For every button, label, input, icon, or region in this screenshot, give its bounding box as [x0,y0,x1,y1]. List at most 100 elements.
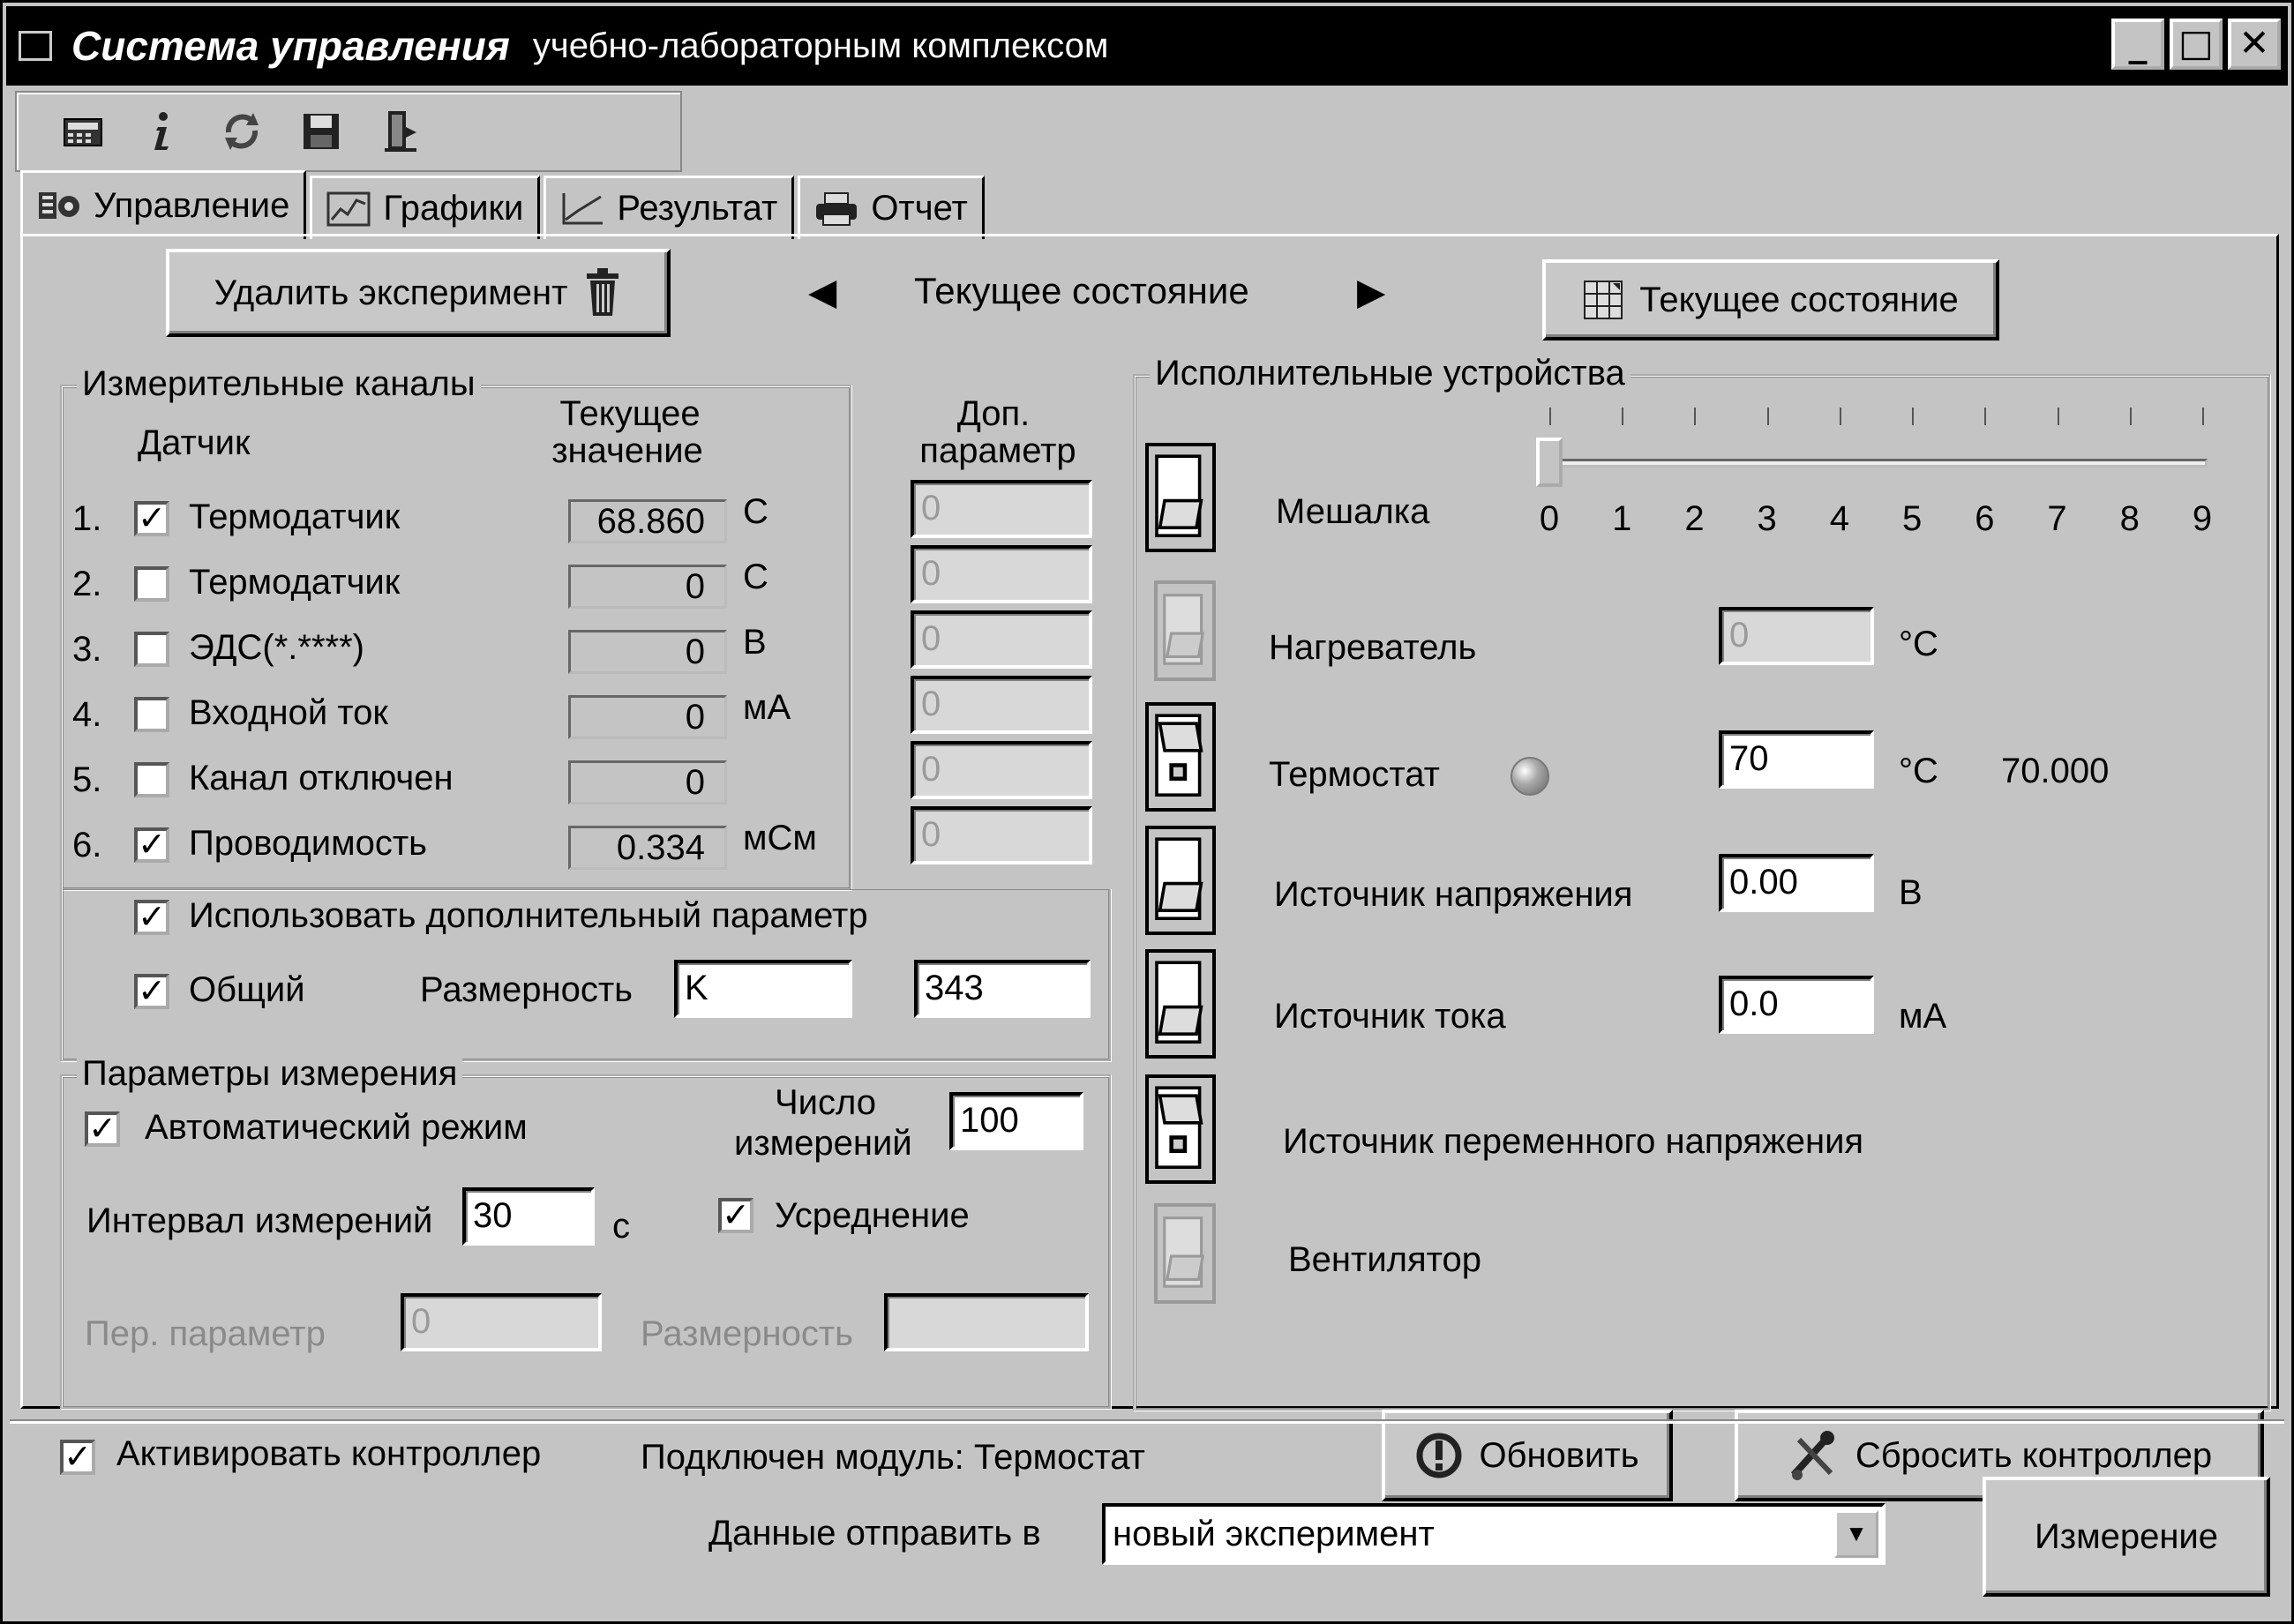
common-value-input[interactable]: 343 [914,960,1091,1018]
channel-extra-input[interactable]: 0 [911,610,1092,669]
count-label-1: Число [775,1083,877,1122]
calculator-icon[interactable] [61,109,105,153]
nav-prev-arrow[interactable]: ◀ [808,270,836,313]
tab-report[interactable]: Отчет [798,176,985,239]
control-panel: Удалить эксперимент ◀ Текущее состояние … [20,234,2279,1501]
channel-number: 5. [72,760,102,799]
nav-state-label: Текущее состояние [914,270,1249,311]
nav-next-arrow[interactable]: ▶ [1357,270,1385,313]
current-state-button[interactable]: Текущее состояние [1542,259,1999,341]
graphs-icon [326,191,371,226]
use-extra-param-label: Использовать дополнительный параметр [189,896,868,935]
thermostat-switch[interactable] [1145,702,1216,812]
channel-name: Термодатчик [189,498,401,536]
fan-label: Вентилятор [1288,1240,1482,1279]
ac-source-label: Источник переменного напряжения [1283,1122,1864,1161]
current-state-label: Текущее состояние [1639,280,1959,319]
slider-thumb[interactable] [1536,438,1563,487]
channel-checkbox[interactable]: ✓ [134,827,169,863]
channel-name: Термодатчик [189,563,401,602]
info-icon[interactable] [140,109,184,153]
channel-checkbox[interactable] [134,762,169,797]
thermostat-input[interactable]: 70 [1719,730,1874,789]
current-source-switch[interactable] [1145,949,1216,1059]
channel-checkbox[interactable] [134,632,169,667]
state-grid-icon [1584,281,1623,319]
title-bar: Система управления учебно-лабораторным к… [6,6,2288,86]
delete-experiment-button[interactable]: Удалить эксперимент [166,249,671,337]
ac-source-switch[interactable] [1145,1074,1216,1184]
channel-name: Канал отключен [189,759,454,797]
var-param-input[interactable]: 0 [401,1293,602,1351]
var-dimension-input[interactable] [884,1293,1089,1351]
slider-tick [1766,408,1769,425]
heater-input[interactable]: 0 [1719,607,1874,665]
heater-unit: °C [1899,625,1938,663]
count-input[interactable]: 100 [949,1092,1083,1150]
voltage-source-switch[interactable] [1145,826,1216,935]
tab-control-label: Управление [94,186,290,225]
heater-switch[interactable] [1154,580,1216,681]
measure-params-title: Параметры измерения [77,1054,463,1094]
tab-graphs[interactable]: Графики [310,176,541,239]
slider-tick [1912,408,1915,425]
current-source-input[interactable]: 0.0 [1719,976,1874,1034]
channel-number: 1. [72,499,102,538]
channel-unit: C [743,558,768,596]
extra-param-header-1: Доп. [956,394,1031,433]
interval-input[interactable]: 30 [462,1187,595,1246]
use-extra-param-checkbox[interactable]: ✓ [134,900,169,935]
channel-value: 68.860 [568,499,727,543]
auto-mode-checkbox[interactable]: ✓ [85,1111,120,1147]
control-icon [39,191,79,219]
send-to-value: новый эксперимент [1113,1515,1435,1553]
maximize-button[interactable]: □ [2170,19,2223,70]
count-label-2: измерений [734,1124,912,1163]
channel-value: 0 [568,760,727,805]
channel-value: 0 [568,695,727,739]
dimension-label: Размерность [420,970,633,1009]
app-system-icon[interactable] [19,31,52,61]
send-to-select[interactable]: новый эксперимент ▼ [1102,1503,1885,1565]
slider-tick-label: 1 [1612,499,1632,538]
channel-value: 0 [568,630,727,674]
stirrer-switch[interactable] [1145,443,1216,552]
channel-extra-input[interactable]: 0 [911,545,1092,603]
app-window: Система управления учебно-лабораторным к… [0,0,2294,1624]
channel-unit: В [743,623,767,662]
toolbar [15,91,682,172]
voltage-source-label: Источник напряжения [1274,875,1633,914]
send-to-label: Данные отправить в [708,1514,1041,1553]
minimize-button[interactable]: _ [2111,19,2164,70]
printer-icon [816,191,858,226]
fan-switch[interactable] [1154,1203,1216,1304]
tab-result[interactable]: Результат [544,176,795,239]
channel-extra-input[interactable]: 0 [911,676,1092,734]
close-button[interactable]: ✕ [2228,19,2281,70]
averaging-checkbox[interactable]: ✓ [718,1198,753,1233]
averaging-label: Усреднение [775,1196,970,1235]
channel-extra-input[interactable]: 0 [911,806,1092,864]
channel-extra-input[interactable]: 0 [911,480,1092,538]
tab-control[interactable]: Управление [20,170,307,239]
voltage-source-unit: В [1899,873,1923,912]
voltage-source-input[interactable]: 0.00 [1719,854,1874,912]
refresh-icon[interactable] [220,109,264,153]
var-param-label: Пер. параметр [85,1314,326,1353]
window-title-rest: учебно-лабораторным комплексом [532,26,1109,65]
channel-unit: мА [743,688,791,727]
chevron-down-icon[interactable]: ▼ [1834,1510,1878,1558]
channel-checkbox[interactable] [134,566,169,602]
dimension-input[interactable]: K [674,960,852,1018]
channel-checkbox[interactable]: ✓ [134,501,169,536]
measure-button[interactable]: Измерение [1983,1477,2270,1597]
exit-icon[interactable] [379,109,423,153]
status-bar: Данные отправить в новый эксперимент ▼ И… [10,1421,2284,1620]
channel-name: Входной ток [189,693,388,732]
channel-checkbox[interactable] [134,697,169,732]
tab-graphs-label: Графики [383,189,524,228]
slider-tick-label: 7 [2047,499,2067,538]
save-icon[interactable] [299,109,343,153]
channel-extra-input[interactable]: 0 [911,741,1092,799]
common-checkbox[interactable]: ✓ [134,974,169,1009]
